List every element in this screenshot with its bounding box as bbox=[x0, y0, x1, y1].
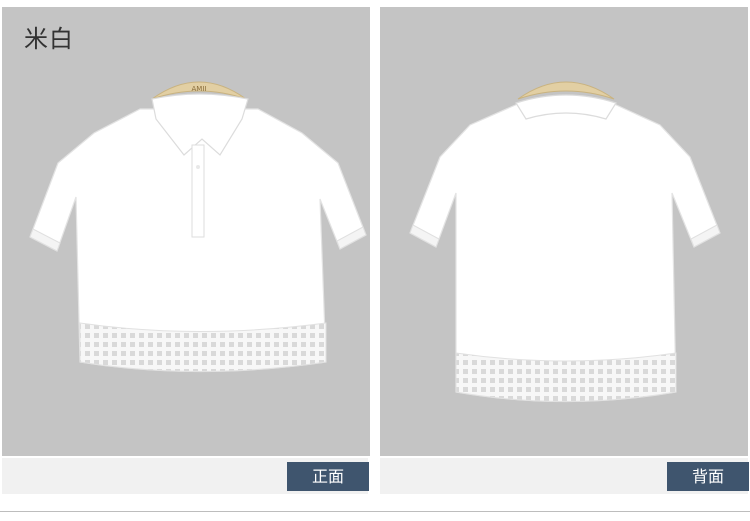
shirt-placket bbox=[191, 144, 205, 238]
front-view-label: 正面 bbox=[287, 462, 369, 491]
back-view-label: 背面 bbox=[667, 462, 749, 491]
front-shirt-image: AMII bbox=[29, 81, 367, 373]
color-name-label: 米白 bbox=[24, 25, 74, 53]
back-photo-panel bbox=[380, 7, 748, 456]
hanger-brand-text: AMII bbox=[192, 85, 207, 93]
front-photo-panel: AMII 米白 bbox=[2, 7, 370, 456]
bottom-divider bbox=[0, 511, 750, 512]
back-shirt-image bbox=[409, 81, 721, 403]
